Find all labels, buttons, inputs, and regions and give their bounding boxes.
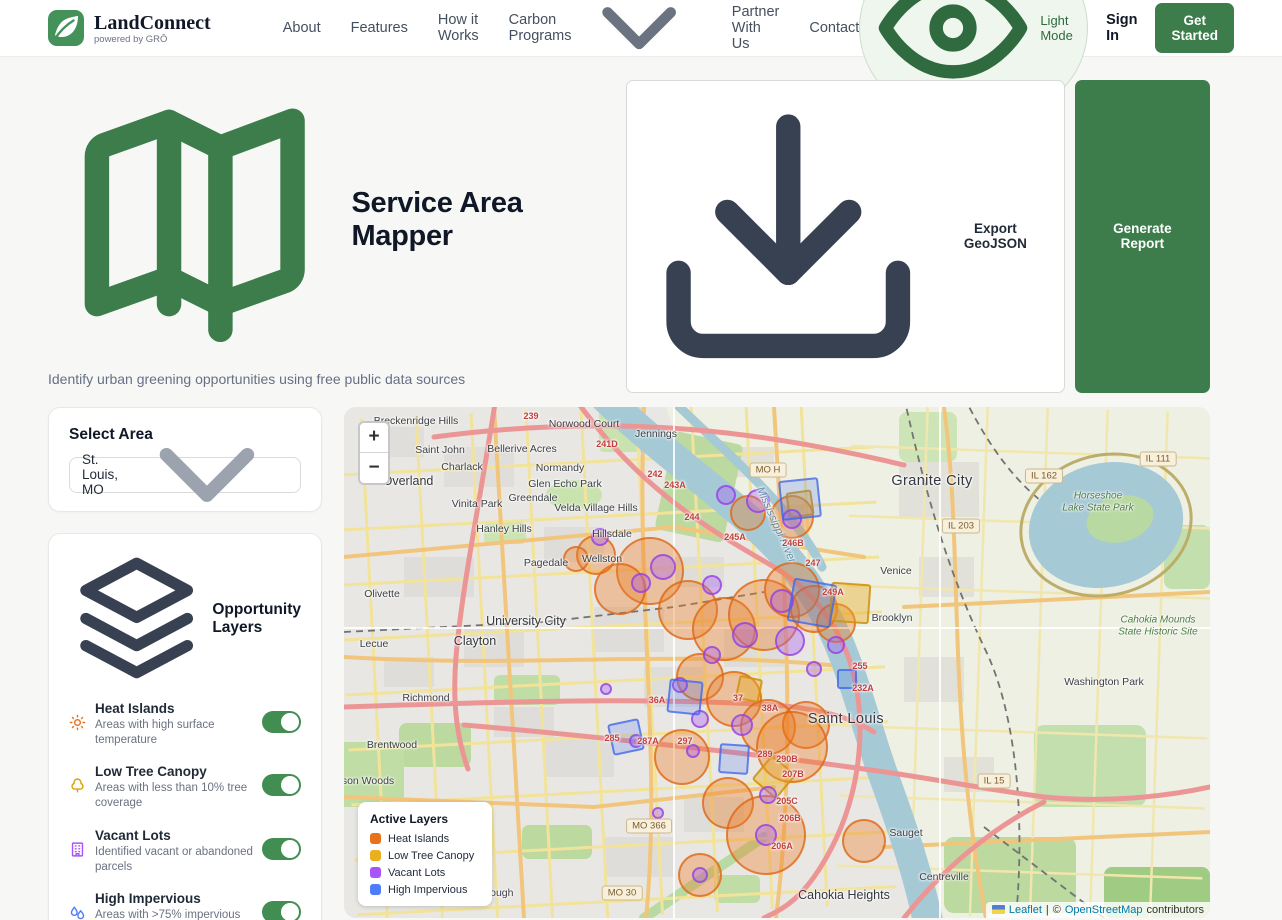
layer-icon — [69, 841, 86, 858]
brand-name: LandConnect — [94, 12, 211, 34]
area-dropdown[interactable]: St. Louis, MO — [69, 457, 301, 493]
ukraine-flag-icon — [992, 905, 1005, 914]
get-started-button[interactable]: Get Started — [1155, 3, 1234, 53]
leaflet-link[interactable]: Leaflet — [1009, 904, 1042, 916]
imperv-overlay[interactable] — [778, 477, 822, 521]
legend-color-chip — [370, 833, 381, 844]
layer-toggle[interactable] — [262, 774, 301, 796]
vacant-overlay[interactable] — [703, 646, 721, 664]
vacant-overlay[interactable] — [591, 528, 609, 546]
legend-entry: Low Tree Canopy — [370, 850, 480, 862]
legend-entry: Vacant Lots — [370, 867, 480, 879]
heat-overlay[interactable] — [563, 546, 589, 572]
layer-row: Vacant Lots Identified vacant or abandon… — [69, 828, 301, 875]
layer-toggle[interactable] — [262, 901, 301, 920]
page: LandConnect powered by GRŌ About Feature… — [0, 0, 1282, 920]
vacant-overlay[interactable] — [600, 683, 612, 695]
vacant-overlay[interactable] — [775, 626, 805, 656]
layer-icon — [69, 714, 86, 731]
map-attribution: Leaflet | © OpenStreetMap contributors — [986, 902, 1210, 918]
vacant-overlay[interactable] — [692, 867, 708, 883]
vacant-overlay[interactable] — [716, 485, 736, 505]
imperv-overlay[interactable] — [718, 743, 750, 775]
layer-icon — [69, 904, 86, 920]
page-title: Service Area Mapper — [351, 187, 625, 253]
zoom-out-button[interactable]: − — [360, 453, 388, 483]
layers-list: Heat Islands Areas with high surface tem… — [69, 701, 301, 920]
legend-color-chip — [370, 850, 381, 861]
layer-row: High Impervious Areas with >75% impervio… — [69, 891, 301, 920]
export-geojson-button[interactable]: Export GeoJSON — [626, 80, 1065, 393]
zoom-in-button[interactable]: + — [360, 423, 388, 453]
vacant-overlay[interactable] — [746, 489, 770, 513]
map-icon — [48, 73, 341, 366]
vacant-overlay[interactable] — [650, 554, 676, 580]
layer-row: Low Tree Canopy Areas with less than 10%… — [69, 764, 301, 811]
brand-tagline: powered by GRŌ — [94, 34, 211, 45]
content-column: Breckenridge HillsSaint JohnCharlackOver… — [344, 407, 1210, 920]
select-area-panel: Select Area St. Louis, MO — [48, 407, 322, 512]
imperv-overlay[interactable] — [837, 669, 857, 689]
download-icon — [642, 90, 935, 383]
vacant-overlay[interactable] — [631, 573, 651, 593]
heat-overlay[interactable] — [842, 819, 886, 863]
opportunity-layers-panel: Opportunity Layers Heat Islands Areas wi… — [48, 533, 322, 920]
imperv-overlay[interactable] — [666, 678, 703, 715]
area-dropdown-value: St. Louis, MO — [82, 452, 126, 497]
page-subtitle: Identify urban greening opportunities us… — [48, 371, 626, 387]
legend-color-chip — [370, 884, 381, 895]
layer-row: Heat Islands Areas with high surface tem… — [69, 701, 301, 748]
vacant-overlay[interactable] — [806, 661, 822, 677]
map-legend: Active Layers Heat Islands Low Tree Cano… — [358, 802, 492, 906]
vacant-overlay[interactable] — [702, 575, 722, 595]
vacant-overlay[interactable] — [759, 786, 777, 804]
nav-item[interactable]: Contact — [809, 20, 859, 36]
imperv-overlay[interactable] — [607, 718, 645, 756]
nav-item[interactable]: How it Works — [438, 12, 479, 44]
vacant-overlay[interactable] — [827, 636, 845, 654]
vacant-overlay[interactable] — [686, 744, 700, 758]
generate-report-button[interactable]: Generate Report — [1075, 80, 1210, 393]
legend-entry: High Impervious — [370, 884, 480, 896]
layer-icon — [69, 777, 86, 794]
legend-title: Active Layers — [370, 812, 480, 826]
layer-toggle[interactable] — [262, 711, 301, 733]
top-navbar: LandConnect powered by GRŌ About Feature… — [0, 0, 1282, 57]
heat-overlay[interactable] — [654, 729, 710, 785]
map-zoom-control: + − — [358, 421, 390, 485]
brand-logo[interactable]: LandConnect powered by GRŌ — [48, 10, 211, 46]
nav-item[interactable]: About — [283, 20, 321, 36]
chevron-down-icon — [126, 394, 288, 556]
layers-panel-title: Opportunity Layers — [212, 601, 301, 637]
vacant-overlay[interactable] — [732, 622, 758, 648]
page-header: Service Area Mapper Identify urban green… — [0, 57, 1282, 393]
imperv-overlay[interactable] — [787, 577, 838, 628]
sign-in-link[interactable]: Sign In — [1106, 12, 1137, 44]
canopy-overlay[interactable] — [735, 674, 763, 702]
vacant-overlay[interactable] — [731, 714, 753, 736]
leaf-icon — [48, 10, 84, 46]
legend-entry: Heat Islands — [370, 833, 480, 845]
nav-item[interactable]: Features — [351, 20, 408, 36]
osm-link[interactable]: OpenStreetMap — [1065, 904, 1143, 916]
nav-item[interactable]: Partner With Us — [732, 4, 780, 52]
map-canvas[interactable]: Breckenridge HillsSaint JohnCharlackOver… — [344, 407, 1210, 918]
layer-toggle[interactable] — [262, 838, 301, 860]
layers-icon — [69, 552, 204, 687]
vacant-overlay[interactable] — [755, 824, 777, 846]
sidebar: Select Area St. Louis, MO Opportunity La… — [48, 407, 322, 920]
vacant-overlay[interactable] — [652, 807, 664, 819]
legend-color-chip — [370, 867, 381, 878]
